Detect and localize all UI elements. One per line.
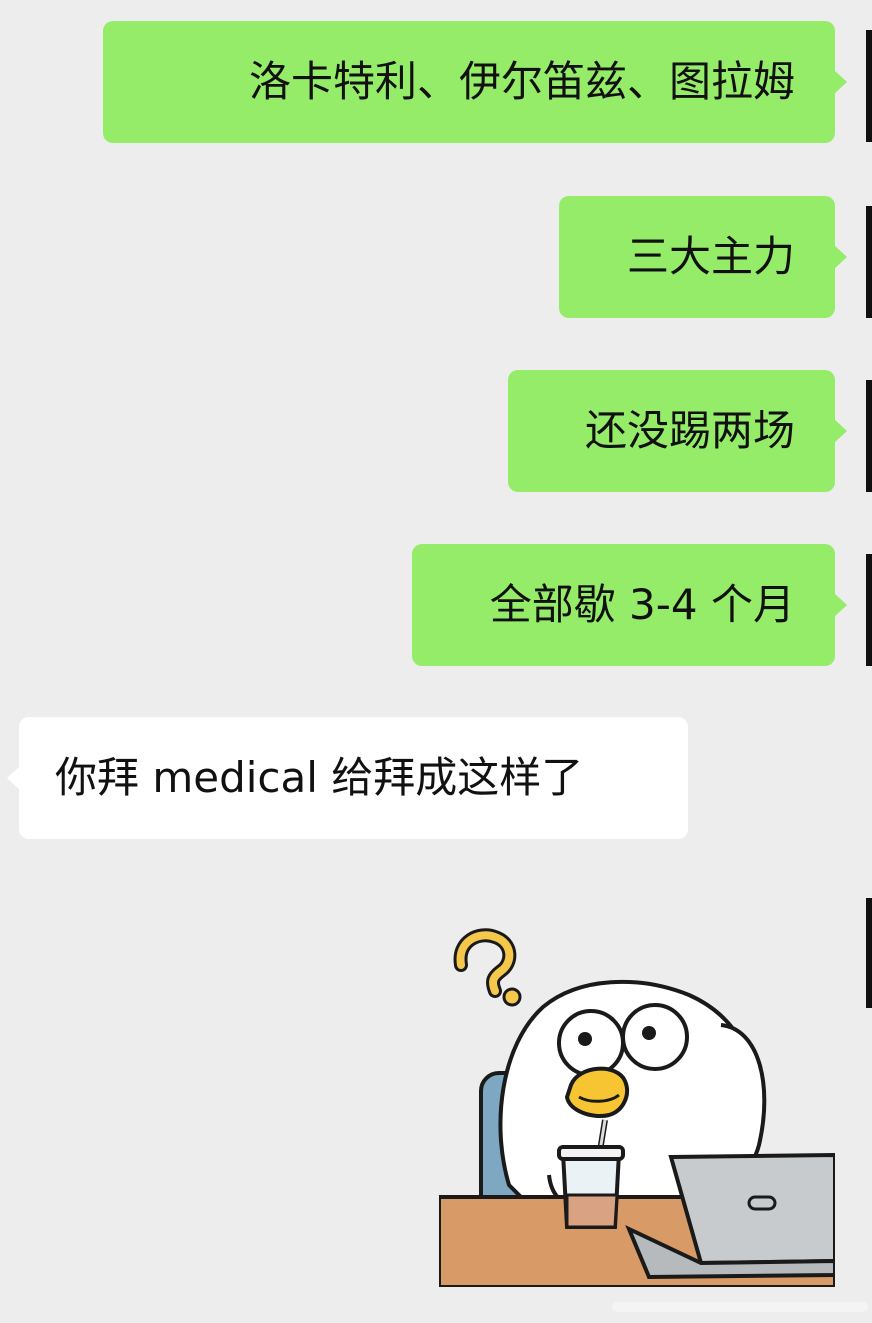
avatar-edge	[866, 554, 872, 666]
message-text: 全部歇 3-4 个月	[489, 580, 795, 629]
sticker-image[interactable]	[439, 925, 835, 1287]
outgoing-message-bubble[interactable]: 还没踢两场	[508, 370, 847, 492]
avatar-edge	[866, 206, 872, 318]
outgoing-message-bubble[interactable]: 洛卡特利、伊尔笛兹、图拉姆	[103, 21, 847, 143]
avatar-edge	[866, 898, 872, 1008]
message-text: 洛卡特利、伊尔笛兹、图拉姆	[248, 57, 795, 106]
outgoing-message-bubble[interactable]: 全部歇 3-4 个月	[412, 544, 847, 666]
avatar-edge	[866, 380, 872, 492]
outgoing-message-bubble[interactable]: 三大主力	[559, 196, 847, 318]
message-text: 你拜 medical 给拜成这样了	[55, 753, 584, 802]
duck-beak	[564, 1066, 629, 1118]
message-text: 三大主力	[626, 232, 795, 281]
chat-conversation: 洛卡特利、伊尔笛兹、图拉姆 三大主力 还没踢两场 全部歇 3-4 个月 你拜 m…	[0, 0, 872, 1323]
incoming-message-bubble[interactable]: 你拜 medical 给拜成这样了	[7, 717, 688, 839]
message-text: 还没踢两场	[584, 406, 795, 455]
left-eye	[557, 1009, 625, 1077]
question-mark-icon	[453, 928, 522, 1007]
right-eye	[621, 1003, 689, 1071]
avatar-edge	[866, 30, 872, 142]
watermark-mark	[612, 1302, 868, 1312]
